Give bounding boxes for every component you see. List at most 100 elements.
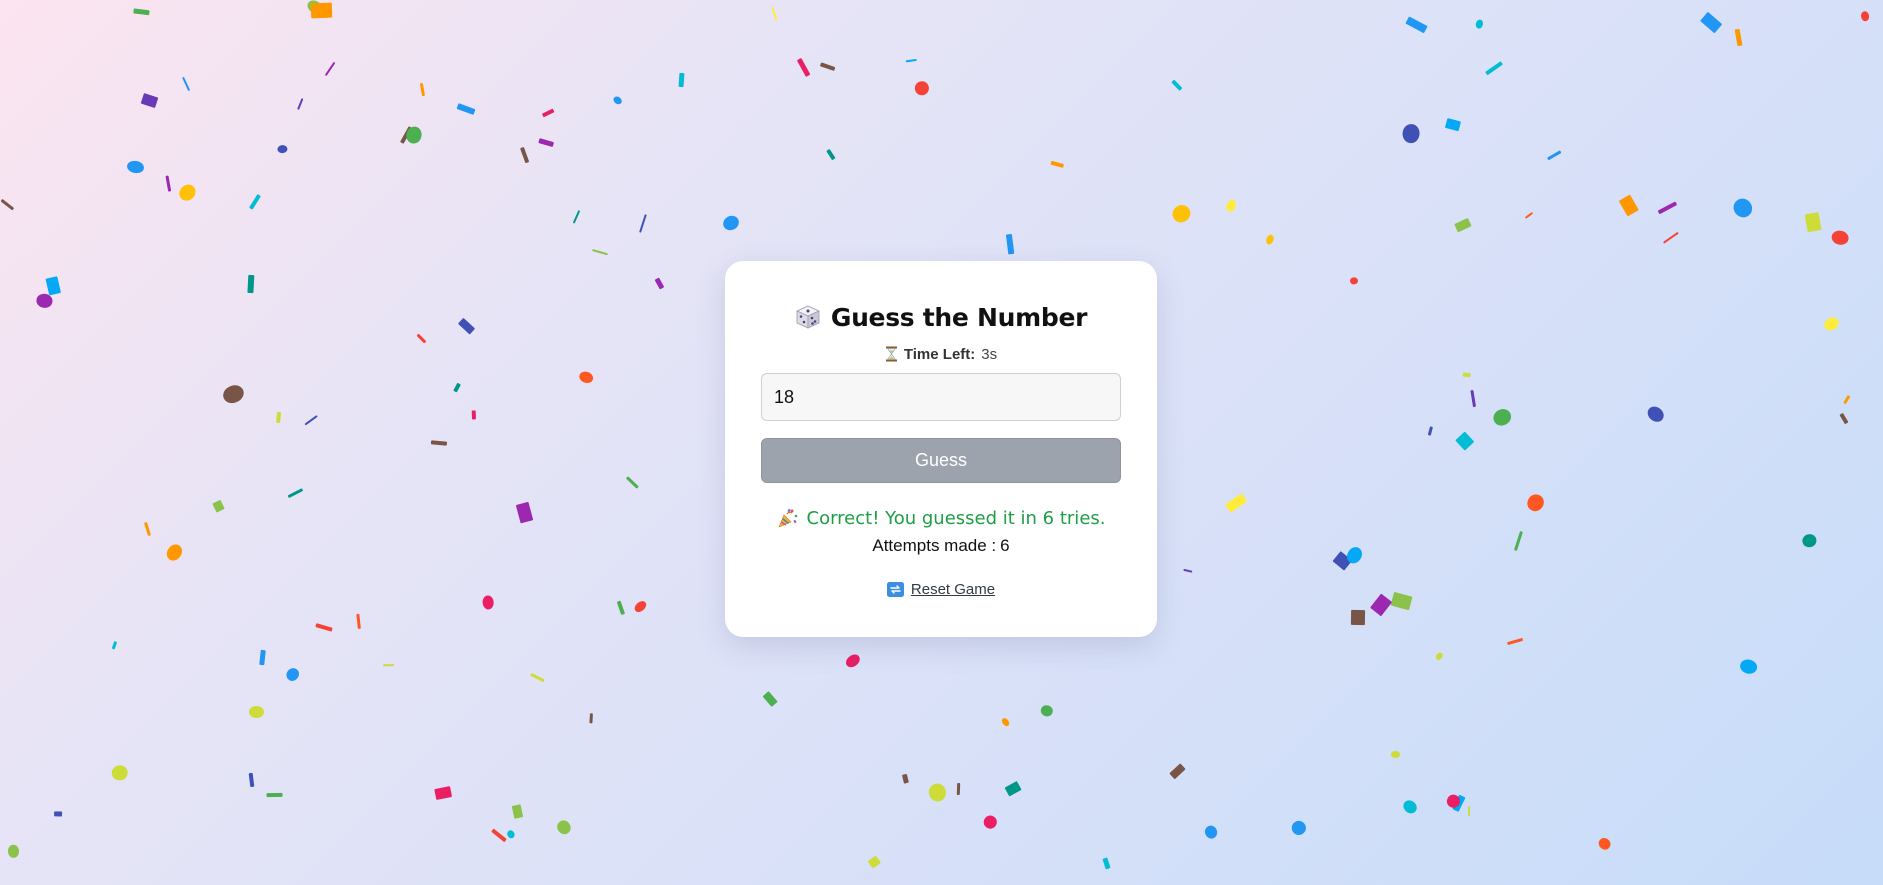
confetti-piece [404,125,424,145]
confetti-piece [1343,544,1366,567]
confetti-piece [304,0,325,17]
confetti-piece [248,772,255,787]
confetti-piece [1170,79,1182,91]
confetti-piece [249,193,262,210]
confetti-piece [1,198,15,210]
confetti-piece [554,817,574,837]
confetti-piece [458,317,476,335]
attempts-counter: Attempts made : 6 [725,535,1157,557]
confetti-piece [1829,228,1850,247]
confetti-piece [1700,12,1723,33]
confetti-piece [1514,531,1524,552]
confetti-piece [572,210,581,224]
confetti-piece [1485,61,1504,76]
guess-button[interactable]: Guess [761,438,1121,483]
confetti-piece [611,95,624,107]
confetti-piece [430,439,448,445]
confetti-piece [304,415,318,426]
confetti-piece [491,828,507,843]
confetti-piece [1452,794,1466,812]
confetti-piece [1224,198,1238,214]
confetti-piece [126,159,146,175]
page-title: Guess the Number [830,302,1088,332]
confetti-piece [638,214,647,234]
confetti-piece [45,276,61,296]
confetti-piece [505,829,516,840]
reset-game-link[interactable]: Reset Game [725,579,1157,599]
confetti-piece [654,277,665,290]
guess-input[interactable] [761,373,1121,421]
timer-label: Time Left: [903,345,976,363]
game-card: Guess the Number Time Left: 3s Guess Cor… [725,261,1157,637]
confetti-piece [538,138,554,147]
confetti-piece [1405,16,1428,34]
confetti-piece [678,72,685,87]
confetti-piece [520,147,530,164]
confetti-piece [1433,650,1444,662]
result-text: Correct! You guessed it in 6 tries. [806,507,1106,529]
confetti-piece [1475,19,1484,30]
reset-icon [886,581,904,597]
confetti-piece [914,79,930,96]
timer: Time Left: 3s [725,345,1157,363]
confetti-piece [999,716,1011,728]
confetti-piece [1860,10,1871,22]
hourglass-icon [885,346,897,362]
confetti-piece [54,811,63,817]
confetti-piece [140,92,158,108]
confetti-piece [905,59,917,63]
confetti-piece [276,412,282,424]
confetti-piece [626,476,639,489]
confetti-piece [276,144,288,154]
confetti-piece [1729,194,1756,221]
confetti-piece [1454,431,1474,451]
confetti-piece [315,622,333,632]
confetti-piece [541,108,555,118]
confetti-piece [287,487,304,498]
confetti-piece [1005,234,1015,255]
attempts-count: 6 [1000,536,1010,555]
confetti-piece [1182,569,1193,574]
confetti-piece [1351,610,1366,626]
confetti-piece [1663,231,1679,244]
confetti-piece [163,541,185,564]
confetti-piece [259,650,266,666]
confetti-piece [981,813,1000,831]
confetti-piece [325,61,337,77]
confetti-piece [1039,703,1055,719]
confetti-piece [1524,491,1547,514]
confetti-piece [1821,314,1841,333]
confetti-piece [176,180,199,204]
confetti-piece [266,792,283,797]
confetti-piece [867,855,881,868]
confetti-piece [1843,394,1851,404]
confetti-piece [589,713,593,724]
confetti-piece [1004,780,1022,797]
confetti-piece [220,382,247,407]
confetti-piece [1468,806,1471,817]
confetti-piece [434,786,453,800]
confetti-piece [842,651,862,670]
confetti-piece [311,2,334,18]
confetti-piece [144,521,152,536]
confetti-piece [297,97,304,110]
confetti-piece [472,410,477,420]
confetti-piece [212,499,225,513]
timer-value: 3s [981,345,998,363]
confetti-piece [512,803,524,819]
confetti-piece [1050,161,1065,169]
confetti-piece [901,773,909,784]
confetti-piece [1490,405,1515,429]
confetti-piece [1369,593,1392,617]
confetti-piece [1546,150,1562,161]
confetti-piece [8,845,20,859]
confetti-piece [1264,233,1275,246]
confetti-piece [762,690,778,707]
confetti-piece [247,275,255,294]
reset-game-label[interactable]: Reset Game [911,581,995,598]
confetti-piece [456,102,476,115]
confetti-piece [796,58,811,77]
confetti-piece [1644,403,1667,426]
confetti-piece [1390,751,1401,759]
confetti-piece [1390,591,1413,611]
